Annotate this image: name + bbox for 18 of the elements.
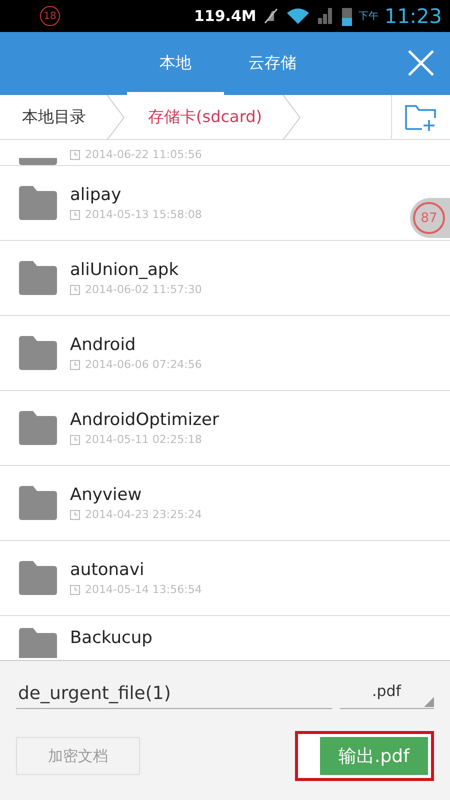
clock-time: 11:23	[384, 4, 442, 28]
folder-name: autonavi	[70, 560, 146, 580]
date-text: 2014-06-02 11:57:30	[85, 283, 202, 296]
date-text: 2014-06-06 07:24:56	[85, 358, 202, 371]
notification-count: 18	[40, 6, 60, 26]
date-text: 2014-04-23 23:25:24	[85, 508, 202, 521]
date-text: 2014-05-14 13:56:54	[85, 583, 202, 596]
date-text: 2014-05-13 15:58:08	[85, 208, 202, 221]
folder-name: AndroidOptimizer	[70, 410, 219, 430]
folder-name: aliUnion_apk	[70, 260, 180, 280]
folder-name: Anyview	[70, 485, 143, 505]
date-text: 2014-05-11 02:25:18	[85, 433, 202, 446]
folder-name: Backucup	[70, 628, 152, 648]
time-period: 下午	[358, 10, 378, 23]
date-text: 2014-06-22 11:05:56	[85, 148, 202, 161]
folder-name: alipay	[70, 185, 122, 205]
folder-name: Android	[70, 335, 137, 355]
data-usage: 119.4M	[194, 7, 256, 25]
